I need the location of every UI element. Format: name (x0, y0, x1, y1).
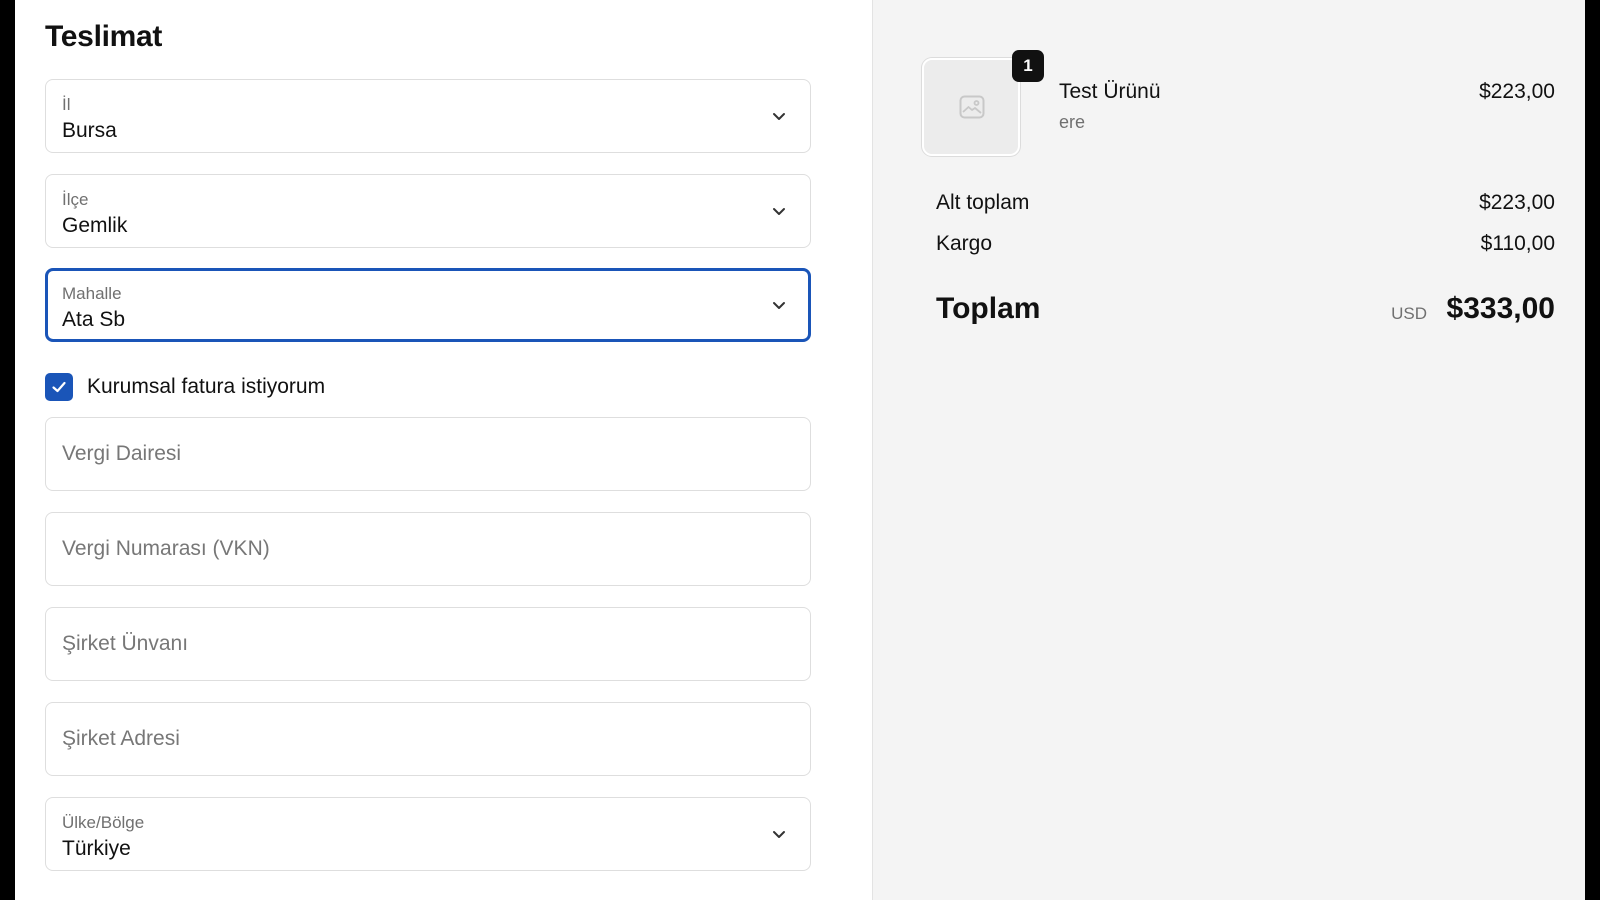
chevron-down-icon (773, 831, 785, 838)
chevron-down-icon (773, 208, 785, 215)
subtotal-row: Alt toplam $223,00 (936, 191, 1555, 215)
product-price: $223,00 (1479, 80, 1555, 103)
tax-number-placeholder: Vergi Numarası (VKN) (62, 537, 270, 560)
company-address-input[interactable]: Şirket Adresi (45, 702, 811, 776)
country-label: Ülke/Bölge (62, 813, 145, 832)
chevron-down-icon (773, 113, 785, 120)
neighborhood-label: Mahalle (62, 284, 122, 303)
company-title-input[interactable]: Şirket Ünvanı (45, 607, 811, 681)
image-placeholder-icon (959, 95, 985, 119)
subtotal-label: Alt toplam (936, 191, 1030, 214)
district-label: İlçe (62, 190, 89, 209)
delivery-title: Teslimat (45, 20, 163, 53)
product-variant: ere (1059, 112, 1086, 132)
delivery-form-panel: Teslimat İl Bursa İlçe Gemlik Mahalle At… (15, 0, 873, 900)
total-row: Toplam USD $333,00 (936, 292, 1555, 332)
quantity-badge: 1 (1012, 50, 1044, 82)
tax-office-placeholder: Vergi Dairesi (62, 442, 182, 465)
total-value: $333,00 (1446, 292, 1555, 325)
district-value: Gemlik (62, 214, 128, 237)
subtotal-value: $223,00 (1479, 191, 1555, 214)
province-value: Bursa (62, 119, 117, 142)
province-select[interactable]: İl Bursa (45, 79, 811, 153)
province-label: İl (62, 95, 71, 114)
corporate-invoice-checkbox[interactable] (45, 373, 73, 401)
district-select[interactable]: İlçe Gemlik (45, 174, 811, 248)
corporate-invoice-label: Kurumsal fatura istiyorum (87, 375, 326, 398)
neighborhood-select[interactable]: Mahalle Ata Sb (45, 268, 811, 342)
product-name: Test Ürünü (1059, 80, 1161, 103)
company-address-placeholder: Şirket Adresi (62, 727, 180, 750)
tax-office-input[interactable]: Vergi Dairesi (45, 417, 811, 491)
company-title-placeholder: Şirket Ünvanı (62, 632, 189, 655)
product-thumbnail (922, 58, 1020, 156)
shipping-label: Kargo (936, 232, 993, 255)
shipping-row: Kargo $110,00 (936, 232, 1555, 256)
neighborhood-value: Ata Sb (62, 308, 126, 331)
corporate-invoice-row[interactable]: Kurumsal fatura istiyorum (45, 372, 325, 402)
check-icon (52, 381, 66, 393)
country-select[interactable]: Ülke/Bölge Türkiye (45, 797, 811, 871)
country-value: Türkiye (62, 837, 131, 860)
checkout-page: Teslimat İl Bursa İlçe Gemlik Mahalle At… (15, 0, 1585, 900)
shipping-value: $110,00 (1480, 232, 1555, 255)
tax-number-input[interactable]: Vergi Numarası (VKN) (45, 512, 811, 586)
total-label: Toplam (936, 292, 1041, 325)
total-currency: USD (1391, 304, 1427, 323)
chevron-down-icon (773, 302, 785, 309)
